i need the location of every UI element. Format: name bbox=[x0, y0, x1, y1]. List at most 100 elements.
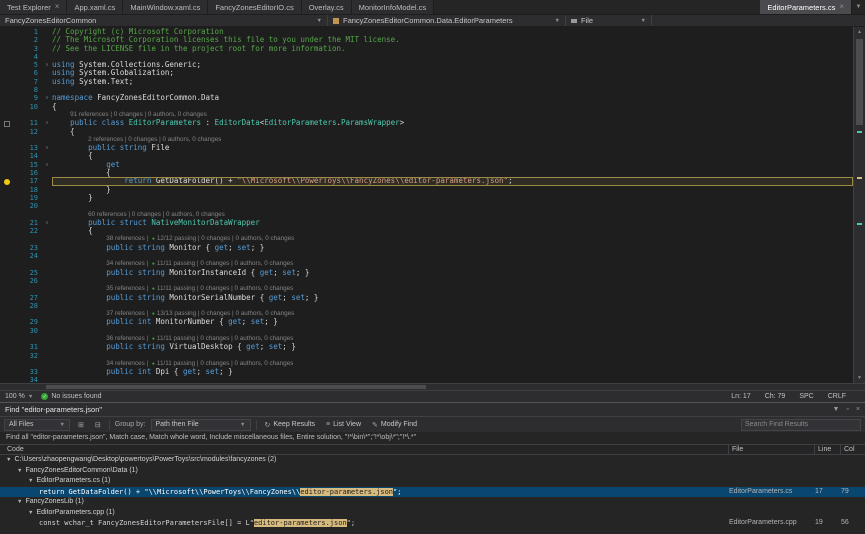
codelens-row[interactable]: 37 references | ●13/13 passing | 0 chang… bbox=[0, 310, 853, 318]
find-group-row[interactable]: ▼EditorParameters.cpp (1) bbox=[0, 508, 865, 519]
column-header-line[interactable]: Line bbox=[815, 445, 841, 454]
tab-list-dropdown-icon[interactable]: ▼ bbox=[852, 0, 865, 14]
zoom-control[interactable]: 100 % ▼ bbox=[5, 393, 33, 400]
close-icon[interactable]: × bbox=[856, 406, 860, 413]
close-icon[interactable]: × bbox=[839, 3, 844, 11]
expander-icon[interactable]: ▼ bbox=[17, 468, 22, 474]
code-line[interactable]: 12 { bbox=[0, 128, 853, 136]
codelens-row[interactable]: 2 references | 0 changes | 0 authors, 0 … bbox=[0, 136, 853, 144]
scope-dropdown[interactable]: All Files ▼ bbox=[4, 419, 70, 431]
scrollbar-thumb[interactable] bbox=[46, 385, 426, 389]
project-dropdown[interactable]: FancyZonesEditorCommon ▼ bbox=[0, 15, 328, 26]
expander-icon[interactable]: ▼ bbox=[28, 510, 33, 516]
code-line[interactable]: 5∨using System.Collections.Generic; bbox=[0, 61, 853, 69]
code-line[interactable]: 7using System.Text; bbox=[0, 78, 853, 86]
codelens-row[interactable]: 36 references | ●11/11 passing | 0 chang… bbox=[0, 335, 853, 343]
keep-results-button[interactable]: ↻ Keep Results bbox=[262, 421, 319, 429]
document-tab[interactable]: Overlay.cs bbox=[302, 0, 352, 14]
find-panel-header[interactable]: Find "editor-parameters.json" ▼ ▫ × bbox=[0, 403, 865, 416]
codelens-row[interactable]: 91 references | 0 changes | 0 authors, 0… bbox=[0, 111, 853, 119]
codelens-row[interactable]: 35 references | ●11/11 passing | 0 chang… bbox=[0, 285, 853, 293]
expander-icon[interactable]: ▼ bbox=[6, 457, 11, 463]
window-menu-icon[interactable]: ▼ bbox=[832, 406, 839, 413]
code-line[interactable]: 21∨ public struct NativeMonitorDataWrapp… bbox=[0, 219, 853, 227]
health-indicator[interactable]: ✓ No issues found bbox=[41, 393, 101, 400]
document-tab[interactable]: Test Explorer× bbox=[0, 0, 67, 14]
code-line[interactable]: 6using System.Globalization; bbox=[0, 69, 853, 77]
code-line[interactable]: 32 bbox=[0, 352, 853, 360]
code-line[interactable]: 22 { bbox=[0, 227, 853, 235]
code-line[interactable]: 8 bbox=[0, 86, 853, 94]
code-area[interactable]: 1// Copyright (c) Microsoft Corporation2… bbox=[0, 27, 853, 383]
code-line[interactable]: 4 bbox=[0, 53, 853, 61]
code-line[interactable]: 23 public string Monitor { get; set; } bbox=[0, 244, 853, 252]
code-line[interactable]: 3// See the LICENSE file in the project … bbox=[0, 45, 853, 53]
fold-chevron-icon[interactable]: ∨ bbox=[42, 94, 52, 102]
spaces-indicator[interactable]: SPC bbox=[799, 393, 813, 400]
code-line[interactable]: 15∨ get bbox=[0, 161, 853, 169]
horizontal-scrollbar[interactable] bbox=[0, 383, 865, 390]
fold-chevron-icon[interactable]: ∨ bbox=[42, 219, 52, 227]
find-group-row[interactable]: ▼C:\Users\zhaopengwang\Desktop\powertoys… bbox=[0, 455, 865, 466]
code-line[interactable]: 14 { bbox=[0, 152, 853, 160]
group-by-dropdown[interactable]: Path then File ▼ bbox=[151, 419, 251, 431]
code-line[interactable]: 29 public int MonitorNumber { get; set; … bbox=[0, 318, 853, 326]
code-line[interactable]: 33 public int Dpi { get; set; } bbox=[0, 368, 853, 376]
document-tab[interactable]: MonitorInfoModel.cs bbox=[352, 0, 435, 14]
code-line[interactable]: 24 bbox=[0, 252, 853, 260]
code-line[interactable]: 11∨ public class EditorParameters : Edit… bbox=[0, 119, 853, 127]
code-line[interactable]: 19 } bbox=[0, 194, 853, 202]
document-tab[interactable]: FancyZonesEditorIO.cs bbox=[208, 0, 301, 14]
code-line[interactable]: 27 public string MonitorSerialNumber { g… bbox=[0, 294, 853, 302]
search-find-results-input[interactable] bbox=[741, 419, 861, 431]
line-indicator[interactable]: Ln: 17 bbox=[731, 393, 750, 400]
column-indicator[interactable]: Ch: 79 bbox=[765, 393, 786, 400]
expander-icon[interactable]: ▼ bbox=[17, 499, 22, 505]
code-line[interactable]: 28 bbox=[0, 302, 853, 310]
code-line[interactable]: 25 public string MonitorInstanceId { get… bbox=[0, 269, 853, 277]
fold-chevron-icon[interactable]: ∨ bbox=[42, 144, 52, 152]
lightbulb-icon[interactable] bbox=[4, 179, 10, 185]
code-line[interactable]: 26 bbox=[0, 277, 853, 285]
code-line[interactable]: 13∨ public string File bbox=[0, 144, 853, 152]
codelens-row[interactable]: 34 references | ●11/11 passing | 0 chang… bbox=[0, 360, 853, 368]
code-line[interactable]: 10{ bbox=[0, 103, 853, 111]
code-line[interactable]: 31 public string VirtualDesktop { get; s… bbox=[0, 343, 853, 351]
fold-chevron-icon[interactable]: ∨ bbox=[42, 61, 52, 69]
pin-icon[interactable]: ▫ bbox=[846, 406, 848, 413]
vertical-scrollbar[interactable]: ▲ ▼ bbox=[853, 27, 865, 383]
eol-indicator[interactable]: CRLF bbox=[828, 393, 846, 400]
fold-chevron-icon[interactable]: ∨ bbox=[42, 161, 52, 169]
find-group-row[interactable]: ▼EditorParameters.cs (1) bbox=[0, 476, 865, 487]
codelens-row[interactable]: 38 references | ●12/12 passing | 0 chang… bbox=[0, 235, 853, 243]
find-group-row[interactable]: ▼FancyZonesLib (1) bbox=[0, 497, 865, 508]
scroll-up-icon[interactable]: ▲ bbox=[854, 27, 865, 37]
find-result-row[interactable]: return GetDataFolder() + "\\Microsoft\\P… bbox=[0, 487, 865, 498]
column-header-code[interactable]: Code bbox=[0, 445, 729, 454]
code-line[interactable]: 30 bbox=[0, 327, 853, 335]
column-header-file[interactable]: File bbox=[729, 445, 815, 454]
code-line[interactable]: 18 } bbox=[0, 186, 853, 194]
type-dropdown[interactable]: FancyZonesEditorCommon.Data.EditorParame… bbox=[328, 15, 566, 26]
modify-find-button[interactable]: ✎ Modify Find bbox=[369, 421, 420, 429]
document-tab[interactable]: MainWindow.xaml.cs bbox=[123, 0, 208, 14]
collapse-all-button[interactable]: ⊟ bbox=[92, 421, 104, 429]
scroll-down-icon[interactable]: ▼ bbox=[854, 373, 865, 383]
scrollbar-thumb[interactable] bbox=[856, 39, 863, 125]
code-line[interactable]: 17 return GetDataFolder() + "\\Microsoft… bbox=[0, 177, 853, 185]
member-dropdown[interactable]: File ▼ bbox=[566, 15, 652, 26]
close-icon[interactable]: × bbox=[55, 3, 60, 11]
fold-chevron-icon[interactable]: ∨ bbox=[42, 119, 52, 127]
find-group-row[interactable]: ▼FancyZonesEditorCommon\Data (1) bbox=[0, 466, 865, 477]
code-line[interactable]: 16 { bbox=[0, 169, 853, 177]
code-line[interactable]: 1// Copyright (c) Microsoft Corporation bbox=[0, 28, 853, 36]
expander-icon[interactable]: ▼ bbox=[28, 478, 33, 484]
column-header-col[interactable]: Col bbox=[841, 445, 865, 454]
tab-editorparameters[interactable]: EditorParameters.cs × bbox=[760, 0, 852, 14]
find-result-row[interactable]: const wchar_t FancyZonesEditorParameters… bbox=[0, 518, 865, 529]
code-line[interactable]: 20 bbox=[0, 202, 853, 210]
list-view-button[interactable]: ≡ List View bbox=[323, 421, 364, 428]
codelens-row[interactable]: 34 references | ●11/11 passing | 0 chang… bbox=[0, 260, 853, 268]
code-line[interactable]: 9∨namespace FancyZonesEditorCommon.Data bbox=[0, 94, 853, 102]
code-line[interactable]: 2// The Microsoft Corporation licenses t… bbox=[0, 36, 853, 44]
